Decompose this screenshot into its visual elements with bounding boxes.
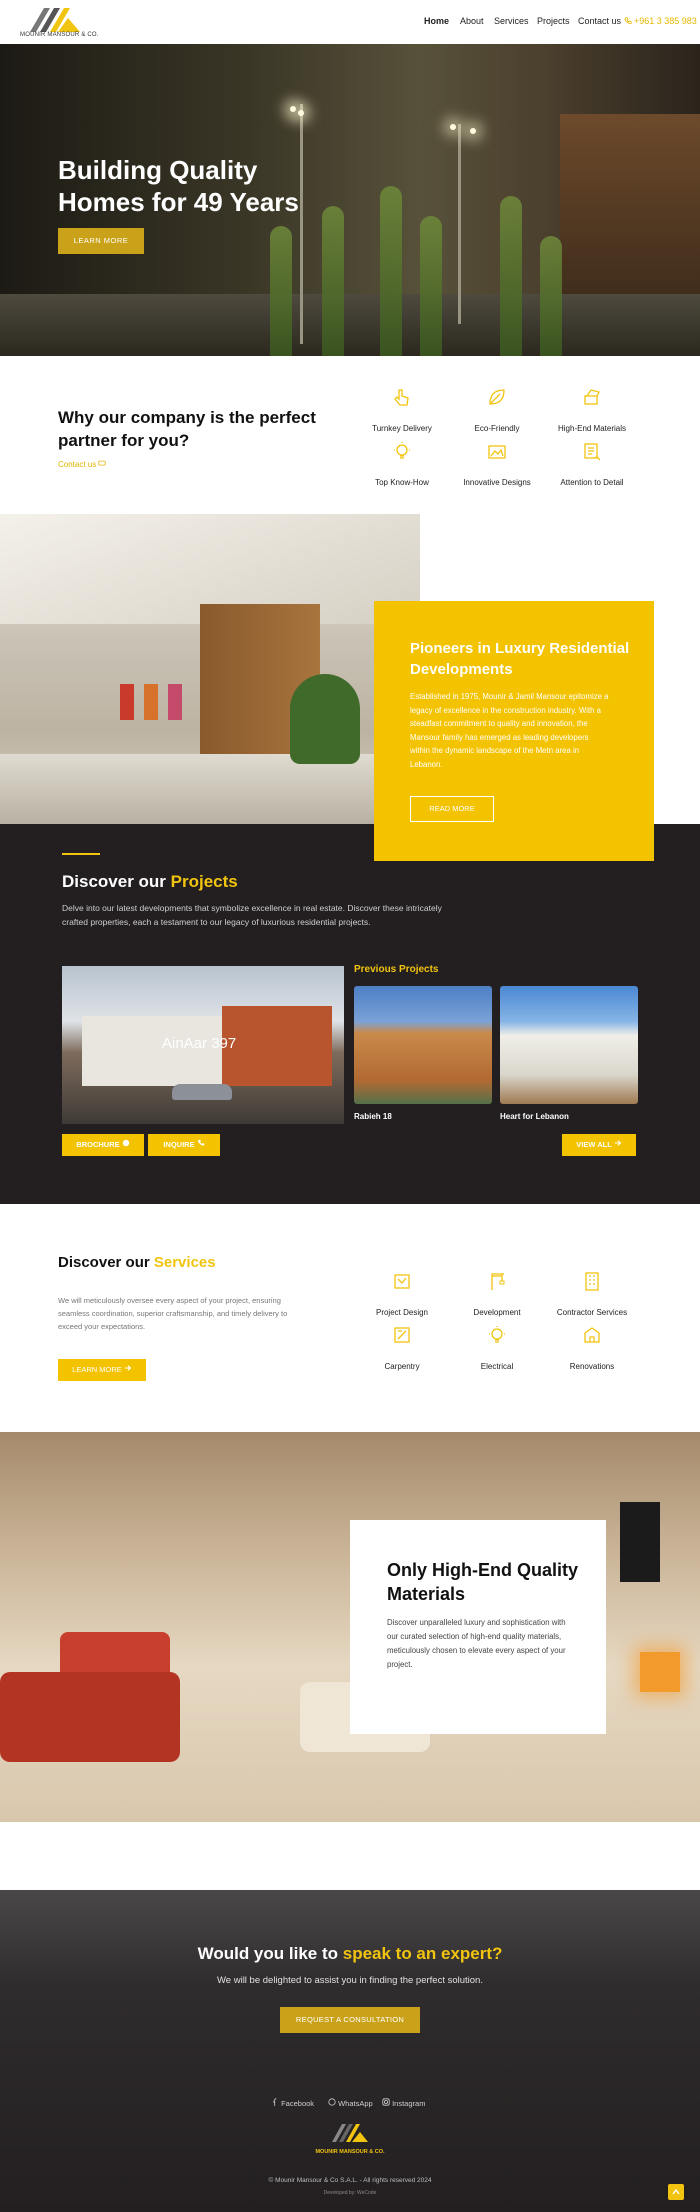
services-text: We will meticulously oversee every aspec… (58, 1296, 288, 1331)
lightbulb-icon (394, 442, 410, 459)
instagram-icon (382, 2098, 390, 2106)
chevron-up-icon (672, 2188, 680, 2195)
nav-projects[interactable]: Projects (537, 16, 570, 26)
phone-icon (624, 17, 632, 24)
hero-title: Building Quality Homes for 49 Years (58, 155, 299, 217)
logo-text: MOUNIR MANSOUR & CO. (20, 32, 99, 38)
materials-text: Discover unparalleled luxury and sophist… (387, 1618, 566, 1669)
facebook-icon (273, 2098, 277, 2106)
service-carpentry: Carpentry (352, 1324, 452, 1374)
why-heading: Why our company is the perfect partner f… (58, 408, 316, 450)
previous-project-rabieh-18[interactable] (354, 986, 492, 1104)
previous-project-label: Heart for Lebanon (500, 1112, 569, 1121)
leaf-icon (489, 389, 505, 405)
interior-photo (0, 514, 420, 824)
nav-about[interactable]: About (460, 16, 484, 26)
electrical-icon (489, 1326, 505, 1343)
feature-innovative-designs: Innovative Designs (447, 440, 547, 490)
facebook-link[interactable]: Facebook (272, 2098, 314, 2108)
pioneer-title: Pioneers in Luxury Residential Developme… (410, 640, 630, 678)
service-electrical: Electrical (447, 1324, 547, 1374)
detail-icon (584, 443, 601, 461)
inquire-button[interactable]: INQUIRE (148, 1134, 220, 1156)
contact-us-link[interactable]: Contact us (58, 460, 107, 469)
materials-title: Only High-End Quality Materials (387, 1560, 579, 1604)
building-icon (585, 1272, 599, 1291)
hand-pointer-icon (394, 389, 409, 406)
footer-logo[interactable] (328, 2122, 372, 2146)
materials-icon (584, 389, 600, 405)
carpentry-icon (394, 1327, 410, 1343)
nav-contact[interactable]: Contact us (578, 16, 621, 26)
download-icon (122, 1139, 129, 1147)
feature-attention-to-detail: Attention to Detail (542, 440, 642, 490)
read-more-button[interactable]: READ MORE (410, 796, 494, 822)
view-all-button[interactable]: VIEW ALL (562, 1134, 636, 1156)
previous-project-heart-for-lebanon[interactable] (500, 986, 638, 1104)
brochure-button[interactable]: BROCHURE (62, 1134, 144, 1156)
cta-subtitle: We will be delighted to assist you in fi… (217, 1975, 483, 1986)
request-consultation-button[interactable]: REQUEST A CONSULTATION (280, 2007, 420, 2033)
cta-title: Would you like to speak to an expert? (197, 1944, 503, 1963)
feature-high-end-materials: High-End Materials (542, 386, 642, 436)
phone-number[interactable]: +961 3 385 983 (634, 16, 697, 26)
service-development: Development (447, 1270, 547, 1320)
service-project-design: Project Design (352, 1270, 452, 1320)
crane-icon (491, 1273, 505, 1290)
design-icon (488, 445, 506, 459)
services-learn-more-button[interactable]: LEARN MORE (58, 1359, 146, 1381)
feature-top-know-how: Top Know-How (352, 440, 452, 490)
renovation-icon (584, 1327, 600, 1343)
arrow-right-icon (614, 1140, 621, 1146)
previous-project-label: Rabieh 18 (354, 1112, 392, 1121)
whatsapp-icon (328, 2098, 336, 2106)
feature-turnkey-delivery: Turnkey Delivery (352, 386, 452, 436)
footer-logo-text: MOUNIR MANSOUR & CO. (315, 2149, 385, 2155)
feature-eco-friendly: Eco-Friendly (447, 386, 547, 436)
services-title: Discover our Services (58, 1254, 216, 1271)
projects-text: Delve into our latest developments that … (62, 903, 442, 927)
chat-icon (98, 460, 107, 466)
cta-section (0, 1890, 700, 2212)
back-to-top-button[interactable] (668, 2184, 684, 2200)
service-renovations: Renovations (542, 1324, 642, 1374)
previous-projects-title: Previous Projects (354, 964, 439, 975)
developed-by: Developed by: WeCode (323, 2190, 377, 2196)
copyright: © Mounir Mansour & Co S.A.L. - All right… (268, 2177, 432, 2184)
section-divider (62, 853, 100, 855)
pioneer-text: Established in 1975, Mounir & Jamil Mans… (410, 692, 609, 769)
arrow-right-icon (124, 1365, 132, 1371)
hero-learn-more-button[interactable]: LEARN MORE (58, 228, 144, 254)
service-contractor-services: Contractor Services (542, 1270, 642, 1320)
featured-project-name: AinAar 397 (162, 1035, 237, 1052)
whatsapp-link[interactable]: WhatsApp (328, 2098, 373, 2108)
projects-title: Discover our Projects (62, 872, 238, 891)
site-header: MOUNIR MANSOUR & CO. Home About Services… (0, 0, 700, 44)
phone-icon (197, 1139, 204, 1146)
instagram-link[interactable]: Instagram (382, 2098, 425, 2108)
nav-services[interactable]: Services (494, 16, 529, 26)
project-design-icon (394, 1274, 410, 1289)
nav-home[interactable]: Home (424, 16, 449, 26)
